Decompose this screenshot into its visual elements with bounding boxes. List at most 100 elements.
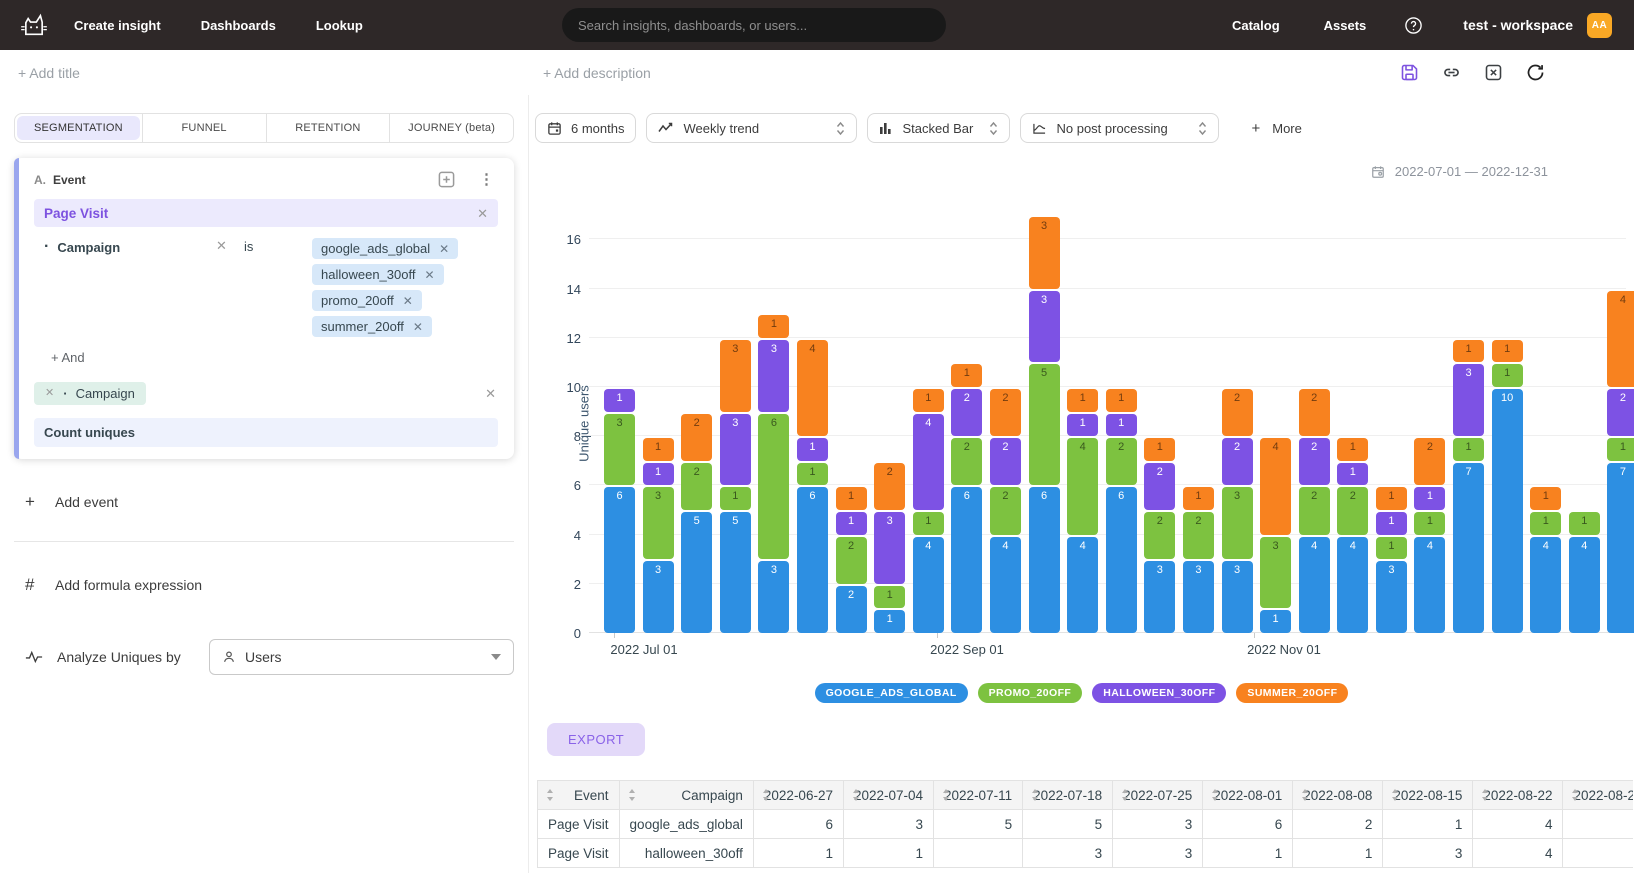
sort-icon[interactable]	[1391, 789, 1399, 804]
add-event-button[interactable]: + Add event	[25, 492, 514, 512]
bar-segment[interactable]: 6	[758, 414, 789, 560]
bar-segment[interactable]: 7	[1607, 463, 1634, 633]
bar-segment[interactable]: 1	[1106, 389, 1137, 412]
bar-segment[interactable]: 1	[1453, 340, 1484, 363]
sort-icon[interactable]	[1121, 789, 1129, 804]
bar-segment[interactable]: 3	[720, 414, 751, 486]
filter-value-chip[interactable]: promo_20off✕	[312, 290, 422, 311]
export-button[interactable]: EXPORT	[547, 723, 645, 756]
bar-segment[interactable]: 4	[913, 537, 944, 633]
bar-segment[interactable]: 2	[1144, 463, 1175, 510]
bar-segment[interactable]: 4	[1607, 291, 1634, 387]
bar-segment[interactable]: 2	[1222, 389, 1253, 436]
bar-segment[interactable]: 3	[1183, 561, 1214, 633]
add-filter-icon[interactable]	[438, 171, 455, 188]
close-box-icon[interactable]	[1483, 62, 1504, 83]
remove-value-icon[interactable]: ✕	[424, 269, 434, 281]
nav-lookup[interactable]: Lookup	[316, 18, 363, 33]
trend-select[interactable]: Weekly trend	[646, 113, 857, 143]
bar-segment[interactable]: 3	[643, 561, 674, 633]
bar-segment[interactable]: 1	[643, 463, 674, 486]
bar-segment[interactable]: 5	[681, 512, 712, 633]
bar-segment[interactable]: 3	[874, 512, 905, 584]
sort-icon[interactable]	[1211, 789, 1219, 804]
bar-segment[interactable]: 2	[1299, 487, 1330, 534]
bar-segment[interactable]: 3	[720, 340, 751, 412]
bar-segment[interactable]: 2	[836, 537, 867, 584]
sort-icon[interactable]	[546, 789, 554, 804]
date-preset-button[interactable]: 6 months	[535, 113, 636, 143]
bar-segment[interactable]: 1	[1260, 610, 1291, 633]
bar-segment[interactable]: 2	[1299, 389, 1330, 436]
bar-segment[interactable]: 1	[874, 610, 905, 633]
bar-segment[interactable]: 3	[1453, 364, 1484, 436]
table-header-cell[interactable]: 2022-08-08	[1293, 781, 1383, 810]
bar-segment[interactable]: 1	[1492, 340, 1523, 363]
bar-segment[interactable]: 1	[1067, 389, 1098, 412]
table-header-cell[interactable]: Campaign	[619, 781, 753, 810]
bar-segment[interactable]: 2	[1222, 438, 1253, 485]
sort-icon[interactable]	[762, 789, 770, 804]
sort-icon[interactable]	[1481, 789, 1489, 804]
bar-segment[interactable]: 1	[797, 463, 828, 486]
app-logo-cat-icon[interactable]	[20, 12, 48, 38]
bar-segment[interactable]: 1	[1607, 438, 1634, 461]
bar-segment[interactable]: 1	[836, 487, 867, 510]
bar-segment[interactable]: 1	[1569, 512, 1600, 535]
nav-dashboards[interactable]: Dashboards	[201, 18, 276, 33]
bar-segment[interactable]: 6	[951, 487, 982, 633]
sort-icon[interactable]	[942, 789, 950, 804]
bar-segment[interactable]: 3	[1144, 561, 1175, 633]
filter-value-chip[interactable]: summer_20off✕	[312, 316, 432, 337]
filter-operator[interactable]: is	[244, 238, 312, 254]
bar-segment[interactable]: 3	[1376, 561, 1407, 633]
bar-segment[interactable]: 1	[913, 512, 944, 535]
bar-segment[interactable]: 4	[1530, 537, 1561, 633]
bar-segment[interactable]: 2	[1106, 438, 1137, 485]
bar-segment[interactable]: 1	[1337, 438, 1368, 461]
sort-icon[interactable]	[1571, 789, 1579, 804]
bar-segment[interactable]: 3	[758, 561, 789, 633]
filter-property[interactable]: Campaign	[57, 240, 120, 255]
bar-segment[interactable]: 2	[990, 487, 1021, 534]
sort-icon[interactable]	[852, 789, 860, 804]
bar-segment[interactable]: 4	[797, 340, 828, 436]
bar-segment[interactable]: 1	[1183, 487, 1214, 510]
bar-segment[interactable]: 2	[836, 586, 867, 633]
analyze-by-select[interactable]: Users	[209, 639, 514, 675]
bar-segment[interactable]: 1	[1414, 512, 1445, 535]
bar-segment[interactable]: 1	[1530, 487, 1561, 510]
table-header-cell[interactable]: 2022-08-15	[1383, 781, 1473, 810]
remove-value-icon[interactable]: ✕	[439, 243, 449, 255]
bar-segment[interactable]: 1	[1414, 487, 1445, 510]
legend-pill[interactable]: HALLOWEEN_30OFF	[1092, 683, 1226, 703]
refresh-icon[interactable]	[1525, 62, 1546, 83]
breakdown-chip[interactable]: ✕ · Campaign	[34, 382, 146, 405]
bar-segment[interactable]: 1	[1376, 487, 1407, 510]
more-button[interactable]: + More	[1251, 120, 1301, 137]
bar-segment[interactable]: 3	[643, 487, 674, 559]
remove-breakdown-row-icon[interactable]: ✕	[485, 387, 496, 400]
bar-segment[interactable]: 3	[1029, 217, 1060, 289]
bar-segment[interactable]: 1	[1453, 438, 1484, 461]
bar-segment[interactable]: 2	[951, 389, 982, 436]
add-formula-button[interactable]: # Add formula expression	[25, 575, 514, 595]
bar-segment[interactable]: 1	[720, 487, 751, 510]
bar-segment[interactable]: 5	[720, 512, 751, 633]
event-menu-icon[interactable]: ⋮	[479, 172, 494, 187]
bar-segment[interactable]: 3	[1222, 561, 1253, 633]
legend-pill[interactable]: PROMO_20OFF	[978, 683, 1083, 703]
sort-icon[interactable]	[1301, 789, 1309, 804]
add-title-button[interactable]: + Add title	[18, 65, 80, 81]
filter-value-chip[interactable]: halloween_30off✕	[312, 264, 444, 285]
table-header-cell[interactable]: 2022-07-18	[1023, 781, 1113, 810]
bar-segment[interactable]: 2	[1337, 487, 1368, 534]
post-processing-select[interactable]: No post processing	[1020, 113, 1219, 143]
bar-segment[interactable]: 3	[1029, 291, 1060, 363]
bar-segment[interactable]: 6	[797, 487, 828, 633]
bar-segment[interactable]: 1	[1337, 463, 1368, 486]
legend-pill[interactable]: GOOGLE_ADS_GLOBAL	[815, 683, 968, 703]
table-header-cell[interactable]: 2022-07-04	[843, 781, 933, 810]
bar-segment[interactable]: 1	[1376, 512, 1407, 535]
tab-segmentation[interactable]: SEGMENTATION	[17, 116, 140, 140]
